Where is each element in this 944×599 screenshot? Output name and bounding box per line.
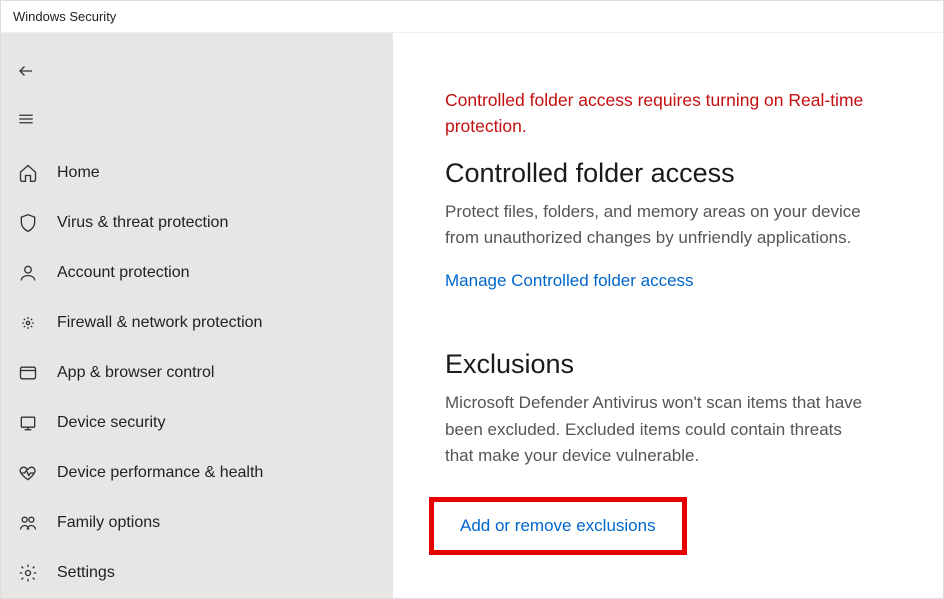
exclusions-description: Microsoft Defender Antivirus won't scan … — [445, 390, 865, 469]
sidebar-item-firewall[interactable]: Firewall & network protection — [1, 298, 393, 348]
gear-icon — [17, 563, 39, 583]
hamburger-icon — [17, 110, 35, 128]
sidebar-item-label: Device security — [57, 414, 165, 432]
sidebar-item-label: Account protection — [57, 264, 190, 282]
sidebar-item-label: Virus & threat protection — [57, 214, 228, 232]
menu-button[interactable] — [1, 95, 393, 143]
sidebar-item-device-security[interactable]: Device security — [1, 398, 393, 448]
app-browser-icon — [17, 363, 39, 383]
shield-icon — [17, 213, 39, 233]
sidebar-item-app-browser[interactable]: App & browser control — [1, 348, 393, 398]
back-arrow-icon — [17, 62, 35, 80]
sidebar-item-label: Firewall & network protection — [57, 314, 262, 332]
window-title: Windows Security — [13, 9, 116, 24]
sidebar-item-virus-threat[interactable]: Virus & threat protection — [1, 198, 393, 248]
sidebar-item-label: Home — [57, 164, 100, 182]
add-remove-exclusions-link[interactable]: Add or remove exclusions — [460, 516, 656, 536]
home-icon — [17, 163, 39, 183]
sidebar-item-account-protection[interactable]: Account protection — [1, 248, 393, 298]
heart-icon — [17, 463, 39, 483]
warning-text: Controlled folder access requires turnin… — [445, 87, 865, 140]
sidebar: Home Virus & threat protection Account p… — [1, 33, 393, 598]
main-content: Controlled folder access requires turnin… — [393, 33, 943, 598]
sidebar-item-label: Device performance & health — [57, 464, 263, 482]
device-security-icon — [17, 413, 39, 433]
family-icon — [17, 513, 39, 533]
sidebar-item-label: Family options — [57, 514, 160, 532]
highlight-annotation: Add or remove exclusions — [429, 497, 687, 555]
sidebar-item-label: Settings — [57, 564, 115, 582]
sidebar-item-label: App & browser control — [57, 364, 214, 382]
cfa-description: Protect files, folders, and memory areas… — [445, 199, 865, 252]
firewall-icon — [17, 313, 39, 333]
sidebar-item-family-options[interactable]: Family options — [1, 498, 393, 548]
account-icon — [17, 263, 39, 283]
cfa-title: Controlled folder access — [445, 158, 905, 189]
manage-cfa-link[interactable]: Manage Controlled folder access — [445, 271, 694, 291]
exclusions-title: Exclusions — [445, 349, 905, 380]
sidebar-item-settings[interactable]: Settings — [1, 548, 393, 598]
sidebar-item-home[interactable]: Home — [1, 148, 393, 198]
window-titlebar: Windows Security — [1, 1, 943, 33]
sidebar-item-device-performance[interactable]: Device performance & health — [1, 448, 393, 498]
back-button[interactable] — [1, 47, 393, 95]
